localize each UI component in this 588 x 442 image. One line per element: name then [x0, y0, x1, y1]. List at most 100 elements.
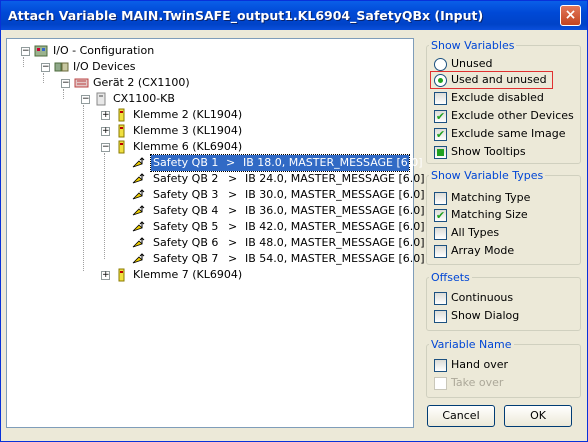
tree-connector — [83, 105, 84, 271]
expand-toggle[interactable]: + — [101, 111, 110, 120]
terminal-icon — [118, 268, 125, 282]
checkbox[interactable] — [434, 245, 447, 258]
variable-name: Safety QB 3 — [153, 188, 219, 201]
variable-arrow: > — [228, 252, 238, 265]
checkbox-checked[interactable]: ✔ — [434, 110, 447, 123]
io-devices-icon — [54, 62, 69, 72]
device-icon — [74, 78, 89, 88]
collapse-toggle[interactable]: − — [41, 63, 50, 72]
variable-icon — [132, 253, 145, 264]
variable-name: Safety QB 1 — [153, 156, 219, 169]
variable-row-safety-qb-5[interactable]: Safety QB 5 > IB 42.0, MASTER_MESSAGE [6… — [131, 219, 425, 235]
tree-node-io-configuration[interactable]: − I/O - Configuration — [21, 43, 221, 59]
variable-icon — [132, 205, 145, 216]
variable-row-safety-qb-4[interactable]: Safety QB 4 > IB 36.0, MASTER_MESSAGE [6… — [131, 203, 425, 219]
group-legend: Show Variable Types — [431, 169, 544, 182]
variable-address: IB 24.0, MASTER_MESSAGE [6.0] — [245, 172, 425, 185]
tree-node-klemme-3[interactable]: + Klemme 3 (KL1904) — [101, 123, 301, 139]
tree-node-label: Klemme 6 (KL6904) — [133, 140, 243, 153]
tree-node-device-cx1100[interactable]: − Gerät 2 (CX1100) — [61, 75, 261, 91]
variable-icon — [132, 157, 145, 168]
option-label: Take over — [451, 376, 504, 389]
collapse-toggle[interactable]: − — [61, 79, 70, 88]
terminal-icon — [118, 140, 125, 154]
tree-node-klemme-6[interactable]: − Klemme 6 (KL6904) — [101, 139, 301, 155]
ok-button[interactable]: OK — [504, 405, 572, 427]
tree-node-label: Klemme 3 (KL1904) — [133, 124, 243, 137]
collapse-toggle[interactable]: − — [101, 143, 110, 152]
checkbox[interactable] — [434, 227, 447, 240]
option-label: Unused — [451, 57, 493, 70]
variable-name: Safety QB 5 — [153, 220, 219, 233]
variable-name: Safety QB 7 — [153, 252, 219, 265]
variable-arrow: > — [228, 236, 238, 249]
tree-node-label: CX1100-KB — [113, 92, 175, 105]
radio-button[interactable] — [434, 74, 447, 87]
collapse-toggle[interactable]: − — [21, 47, 30, 56]
variable-address: IB 54.0, MASTER_MESSAGE [6.0] — [245, 252, 425, 265]
variable-icon — [132, 189, 145, 200]
checkbox[interactable] — [434, 359, 447, 372]
collapse-toggle[interactable]: − — [81, 95, 90, 104]
checkbox[interactable] — [434, 310, 447, 323]
checkbox-checked[interactable]: ✔ — [434, 209, 447, 222]
variable-address: IB 30.0, MASTER_MESSAGE [6.0] — [245, 188, 425, 201]
cancel-button[interactable]: Cancel — [427, 405, 495, 427]
tree-node-cx1100-kb[interactable]: − CX1100-KB — [81, 91, 281, 107]
option-label: All Types — [451, 226, 500, 239]
expand-toggle[interactable]: + — [101, 271, 110, 280]
option-label: Show Dialog — [451, 309, 520, 322]
option-label: Continuous — [451, 291, 514, 304]
option-label: Show Tooltips — [451, 145, 526, 158]
checkbox-checked[interactable]: ✔ — [434, 128, 447, 141]
coupler-icon — [96, 92, 106, 106]
variable-address: IB 48.0, MASTER_MESSAGE [6.0] — [245, 236, 425, 249]
variable-arrow: > — [226, 156, 236, 169]
option-label: Exclude other Devices — [451, 109, 574, 122]
selected-variable: Safety QB 1 > IB 18.0, MASTER_MESSAGE [6… — [150, 154, 423, 172]
option-label: Exclude same Image — [451, 127, 566, 140]
checkbox[interactable] — [434, 292, 447, 305]
checkbox[interactable] — [434, 192, 447, 205]
checkbox-indeterminate[interactable] — [434, 146, 447, 159]
variable-row-safety-qb-6[interactable]: Safety QB 6 > IB 48.0, MASTER_MESSAGE [6… — [131, 235, 425, 251]
variable-row-safety-qb-3[interactable]: Safety QB 3 > IB 30.0, MASTER_MESSAGE [6… — [131, 187, 425, 203]
io-config-icon — [34, 45, 48, 57]
terminal-icon — [118, 124, 125, 138]
group-legend: Offsets — [431, 271, 470, 284]
tree-connector — [104, 153, 105, 259]
tree-node-klemme-7[interactable]: + Klemme 7 (KL6904) — [101, 267, 301, 283]
option-label: Matching Size — [451, 208, 528, 221]
variable-arrow: > — [228, 220, 238, 233]
tree-node-label: Klemme 7 (KL6904) — [133, 268, 243, 281]
variable-address: IB 18.0, MASTER_MESSAGE [6.0] — [243, 156, 423, 169]
tree-node-io-devices[interactable]: − I/O Devices — [41, 59, 241, 75]
tree-node-klemme-2[interactable]: + Klemme 2 (KL1904) — [101, 107, 301, 123]
window-title: Attach Variable MAIN.TwinSAFE_output1.KL… — [8, 8, 484, 23]
variable-arrow: > — [228, 188, 238, 201]
option-label: Array Mode — [451, 244, 515, 257]
radio-button[interactable] — [434, 58, 447, 71]
variable-name: Safety QB 2 — [153, 172, 219, 185]
title-bar[interactable]: Attach Variable MAIN.TwinSAFE_output1.KL… — [1, 1, 587, 30]
variable-row-safety-qb-7[interactable]: Safety QB 7 > IB 54.0, MASTER_MESSAGE [6… — [131, 251, 425, 267]
variable-arrow: > — [228, 172, 238, 185]
variable-row-safety-qb-2[interactable]: Safety QB 2 > IB 24.0, MASTER_MESSAGE [6… — [131, 171, 425, 187]
expand-toggle[interactable]: + — [101, 127, 110, 136]
variable-name: Safety QB 6 — [153, 236, 219, 249]
io-tree-view[interactable]: − I/O - Configuration − I/O Devices − Ge… — [6, 38, 425, 428]
option-label: Hand over — [451, 358, 508, 371]
tree-node-label: Klemme 2 (KL1904) — [133, 108, 243, 121]
checkbox[interactable] — [434, 92, 447, 105]
option-label: Matching Type — [451, 191, 531, 204]
option-label: Used and unused — [451, 73, 547, 86]
variable-icon — [132, 221, 145, 232]
variable-icon — [132, 173, 145, 184]
group-legend: Show Variables — [431, 39, 515, 52]
variable-icon — [132, 237, 145, 248]
close-button[interactable]: × — [560, 5, 581, 26]
tree-node-label: I/O Devices — [73, 60, 136, 73]
variable-row-safety-qb-1[interactable]: Safety QB 1 > IB 18.0, MASTER_MESSAGE [6… — [131, 154, 423, 172]
terminal-icon — [118, 108, 125, 122]
tree-node-label: I/O - Configuration — [53, 44, 155, 57]
